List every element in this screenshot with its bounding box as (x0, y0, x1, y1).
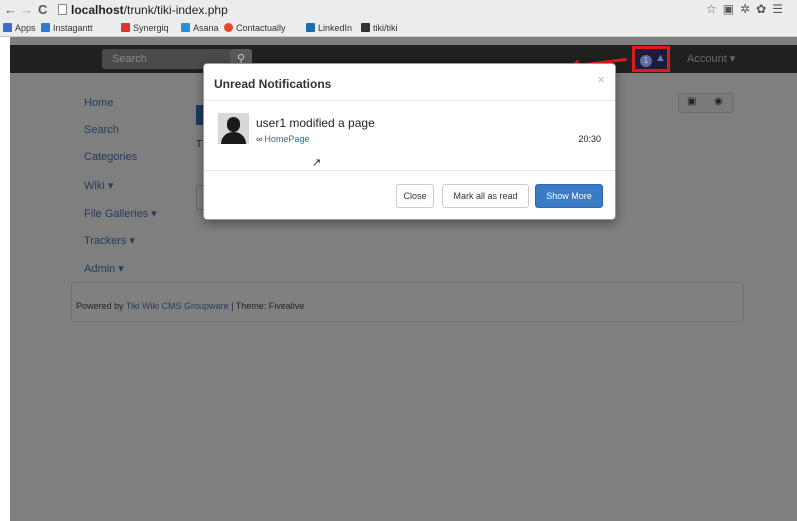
bookmark-instagantt[interactable]: Instagantt (41, 21, 93, 36)
avatar-shoulders (221, 132, 246, 144)
linkedin-icon (306, 23, 315, 32)
notifications-button[interactable]: 1 ▲ (632, 46, 670, 72)
show-more-button[interactable]: Show More (535, 184, 603, 208)
extension-icons[interactable]: ☆▣✲✿☰ (706, 2, 789, 16)
url-host: localhost (71, 3, 124, 17)
mouse-cursor-icon: ↗ (312, 157, 322, 169)
sidebar-item-categories[interactable]: Categories (84, 151, 137, 163)
browser-chrome: ← → C localhost/trunk/tiki-index.php ☆▣✲… (0, 0, 797, 37)
reload-icon[interactable]: C (38, 2, 47, 18)
notification-message: user1 modified a page (256, 116, 375, 130)
bookmark-label: Synergiq (133, 23, 169, 33)
bookmark-label: tiki/tiki (373, 23, 398, 33)
notification-item[interactable]: user1 modified a page ∞ HomePage 20:30 ↗ (204, 101, 615, 169)
save-icon[interactable]: ▣ (687, 96, 696, 107)
bookmark-apps[interactable]: Apps (3, 21, 36, 36)
notification-time: 20:30 (578, 134, 601, 144)
notification-count-badge: 1 (640, 55, 652, 67)
footer-suffix: | Theme: Fivealive (228, 301, 305, 311)
bookmark-label: LinkedIn (318, 23, 353, 33)
page-tools: ▣ ◉ (678, 93, 734, 113)
modal-header: Unread Notifications × (204, 64, 615, 101)
bookmark-linkedin[interactable]: LinkedIn (306, 21, 352, 36)
bookmark-contactually[interactable]: Contactually (224, 21, 286, 36)
footer-link[interactable]: Tiki Wiki CMS Groupware (126, 301, 229, 311)
sidebar-item-wiki[interactable]: Wiki ▾ (84, 179, 113, 192)
bookmark-label: Apps (15, 23, 36, 33)
page-icon (58, 4, 67, 15)
notifications-modal: Unread Notifications × user1 modified a … (203, 63, 616, 220)
browser-nav-row: ← → C localhost/trunk/tiki-index.php ☆▣✲… (0, 0, 797, 20)
mark-all-read-button[interactable]: Mark all as read (442, 184, 529, 208)
user-icon: ▲ (655, 52, 666, 64)
instagantt-icon (41, 23, 50, 32)
sidebar-item-home[interactable]: Home (84, 97, 113, 109)
account-menu[interactable]: Account ▾ (687, 52, 735, 65)
back-icon[interactable]: ← (4, 2, 17, 18)
url-path: /trunk/tiki-index.php (123, 3, 228, 17)
eye-icon[interactable]: ◉ (714, 96, 723, 107)
contactually-icon (224, 23, 233, 32)
sidebar-item-file-galleries[interactable]: File Galleries ▾ (84, 207, 157, 220)
modal-footer: Close Mark all as read Show More (204, 170, 615, 220)
close-icon[interactable]: × (597, 72, 605, 87)
bookmark-tiki[interactable]: tiki/tiki (361, 21, 398, 36)
close-button[interactable]: Close (396, 184, 434, 208)
bookmark-label: Asana (193, 23, 219, 33)
address-bar[interactable]: localhost/trunk/tiki-index.php (58, 2, 738, 18)
footer-prefix: Powered by (76, 301, 126, 311)
bookmarks-bar: Apps Instagantt Synergiq Asana Contactua… (0, 21, 797, 36)
sidebar-item-search[interactable]: Search (84, 124, 119, 136)
content-text: T (196, 139, 203, 150)
modal-title: Unread Notifications (214, 77, 332, 91)
avatar (218, 113, 249, 144)
tiki-icon (361, 23, 370, 32)
link-icon: ∞ (256, 134, 263, 144)
forward-icon[interactable]: → (20, 2, 33, 18)
footer-text: Powered by Tiki Wiki CMS Groupware | The… (76, 301, 304, 311)
sidebar-item-admin[interactable]: Admin ▾ (84, 262, 124, 275)
notification-link[interactable]: ∞ HomePage (256, 134, 309, 144)
bookmark-label: Contactually (236, 23, 286, 33)
apps-icon (3, 23, 12, 32)
asana-icon (181, 23, 190, 32)
bookmark-synergiq[interactable]: Synergiq (121, 21, 169, 36)
sidebar-item-trackers[interactable]: Trackers ▾ (84, 234, 135, 247)
bookmark-asana[interactable]: Asana (181, 21, 219, 36)
bookmark-label: Instagantt (53, 23, 93, 33)
avatar-head (227, 117, 240, 132)
notification-link-text[interactable]: HomePage (264, 134, 309, 144)
site-footer: Powered by Tiki Wiki CMS Groupware | The… (71, 282, 744, 322)
gmail-icon (121, 23, 130, 32)
